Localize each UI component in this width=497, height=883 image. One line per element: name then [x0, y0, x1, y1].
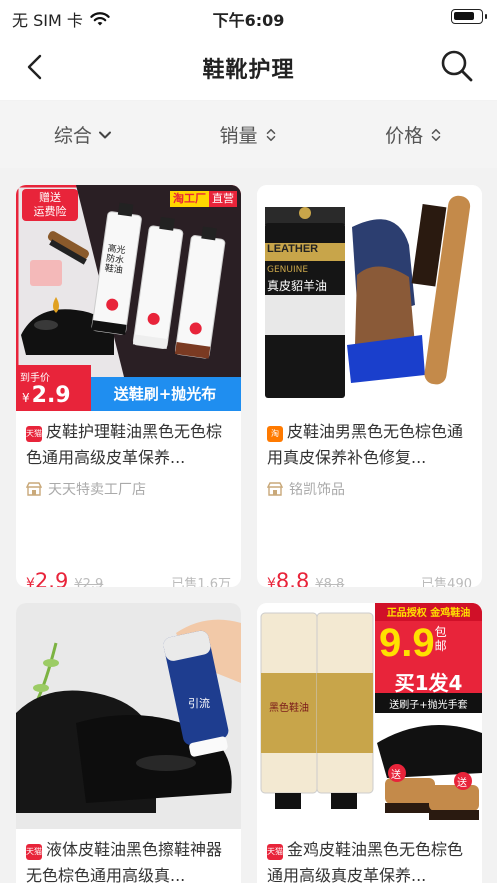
product-image[interactable]: 赠送 运费险 淘工厂 直营 高光防水鞋油 到手价 ¥ 2.9 送鞋刷+抛光布	[16, 185, 241, 411]
sort-sales[interactable]: 销量	[166, 101, 332, 168]
tmall-icon: 天猫	[26, 426, 42, 442]
price-currency: ¥	[267, 576, 276, 587]
bottle-text: 引流	[188, 697, 210, 710]
gift-badge: 赠送 运费险	[22, 189, 78, 221]
shop-icon	[26, 482, 42, 496]
shop-row[interactable]: 铭凯饰品	[267, 479, 472, 499]
chevron-down-icon	[98, 131, 111, 138]
battery-level	[454, 12, 474, 20]
shop-icon	[267, 482, 283, 496]
nav-bar: 鞋靴护理	[0, 34, 497, 100]
hand-price: ¥ 2.9	[22, 383, 71, 408]
search-icon[interactable]	[439, 48, 475, 84]
gift-badge-label: 赠送	[39, 191, 61, 204]
product-title: 淘皮鞋油男黑色无色棕色通用真皮保养补色修复...	[267, 419, 472, 471]
product-title: 天猫 皮鞋护理鞋油黑色无色棕色通用高级皮革保养...	[26, 419, 231, 471]
product-title: 天猫 金鸡皮鞋油黑色无色棕色通用高级真皮革保养...	[267, 837, 472, 883]
factory-badge: 淘工厂 直营	[170, 191, 237, 207]
tube-text: 黑色鞋油	[269, 703, 309, 714]
product-image[interactable]: 正品授权 金鸡鞋油 9.9 包邮 买1发4 送刷子+抛光手套 黑色鞋油 送 送	[257, 603, 482, 829]
factory-badge-label: 淘工厂	[170, 191, 209, 207]
big-price-value: 9.9	[379, 621, 435, 665]
gift-line-text: 送刷子+抛光手套	[389, 700, 468, 711]
shop-name: 天天特卖工厂店	[48, 482, 146, 498]
product-card[interactable]: 赠送 运费险 淘工厂 直营 高光防水鞋油 到手价 ¥ 2.9 送鞋刷+抛光布 天…	[16, 185, 241, 587]
banner-top-text: 正品授权 金鸡鞋油	[386, 608, 471, 619]
product-card[interactable]: 正品授权 金鸡鞋油 9.9 包邮 买1发4 送刷子+抛光手套 黑色鞋油 送 送 …	[257, 603, 482, 883]
sort-bar: 综合 销量 价格	[0, 101, 497, 168]
gift-tag: 送	[391, 770, 401, 781]
product-card[interactable]: LEATHER GENUINE 真皮貂羊油 淘皮鞋油男黑色无色棕色通用真皮保养补…	[257, 185, 482, 587]
price-value: 2.9	[34, 569, 69, 587]
sold-count: 已售1.6万	[171, 577, 231, 587]
gift-tag: 送	[457, 778, 467, 789]
sort-updown-icon	[266, 128, 275, 141]
sort-label: 综合	[53, 125, 92, 147]
status-time: 下午6:09	[212, 11, 285, 30]
price-currency: ¥	[26, 576, 35, 587]
liquid-shoe-polish-image	[16, 603, 241, 829]
sold-count: 已售490	[421, 577, 472, 587]
genuine-text: GENUINE	[267, 265, 309, 275]
product-info: 天猫 液体皮鞋油黑色擦鞋神器无色棕色通用高级真...	[16, 829, 241, 883]
product-info: 淘皮鞋油男黑色无色棕色通用真皮保养补色修复... 铭凯饰品 ¥ 8.8 ¥8.8…	[257, 411, 482, 587]
battery-icon	[451, 9, 487, 24]
original-price: ¥8.8	[315, 577, 345, 587]
page-title: 鞋靴护理	[202, 58, 295, 83]
tube-text: 真皮貂羊油	[267, 279, 328, 293]
hand-price-currency: ¥	[22, 391, 30, 405]
sort-label: 销量	[219, 125, 258, 147]
hand-price-label: 到手价	[20, 373, 50, 384]
product-info: 天猫 金鸡皮鞋油黑色无色棕色通用高级真皮革保养...	[257, 829, 482, 883]
status-bar: 无 SIM 卡 下午6:09	[0, 0, 497, 34]
product-info: 天猫 皮鞋护理鞋油黑色无色棕色通用高级皮革保养... 天天特卖工厂店 ¥ 2.9 …	[16, 411, 241, 587]
taobao-icon: 淘	[267, 426, 283, 442]
sort-updown-icon	[431, 128, 441, 141]
sort-label: 价格	[385, 125, 424, 147]
shop-row[interactable]: 天天特卖工厂店	[26, 479, 231, 499]
product-image[interactable]: 引流	[16, 603, 241, 829]
product-title-text: 金鸡皮鞋油黑色无色棕色通用高级真皮革保养...	[267, 840, 464, 883]
price-value: 8.8	[275, 569, 310, 587]
tmall-icon: 天猫	[26, 844, 42, 860]
shoe-polish-product-image	[257, 185, 482, 411]
insurance-badge-label: 运费险	[33, 205, 67, 218]
brand-text: LEATHER	[267, 243, 319, 255]
shop-name: 铭凯饰品	[289, 482, 345, 498]
product-card[interactable]: 引流 天猫 液体皮鞋油黑色擦鞋神器无色棕色通用高级真...	[16, 603, 241, 883]
price-row: ¥ 8.8 ¥8.8 已售490	[267, 569, 472, 587]
big-price-suffix: 包邮	[434, 625, 447, 653]
sort-comprehensive[interactable]: 综合	[0, 101, 166, 168]
sort-price[interactable]: 价格	[331, 101, 497, 168]
direct-badge-label: 直营	[209, 191, 237, 207]
product-title-text: 皮鞋油男黑色无色棕色通用真皮保养补色修复...	[267, 422, 464, 467]
hand-price-value: 2.9	[31, 383, 71, 408]
big-price: 9.9 包邮	[379, 621, 449, 665]
price-row: ¥ 2.9 ¥2.9 已售1.6万	[26, 569, 231, 587]
product-title-text: 液体皮鞋油黑色擦鞋神器无色棕色通用高级真...	[26, 840, 223, 883]
promo-text: 送鞋刷+抛光布	[113, 385, 217, 403]
product-title: 天猫 液体皮鞋油黑色擦鞋神器无色棕色通用高级真...	[26, 837, 231, 883]
buy-offer-text: 买1发4	[394, 671, 463, 695]
product-image[interactable]: LEATHER GENUINE 真皮貂羊油	[257, 185, 482, 411]
product-title-text: 皮鞋护理鞋油黑色无色棕色通用高级皮革保养...	[26, 422, 223, 467]
tmall-icon: 天猫	[267, 844, 283, 860]
original-price: ¥2.9	[74, 577, 104, 587]
